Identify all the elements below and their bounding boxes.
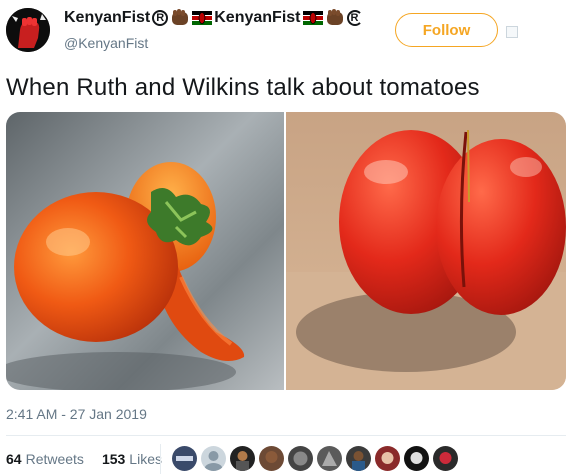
liker-avatar[interactable] [172,446,197,471]
kenya-flag-icon [192,11,213,25]
liker-avatar[interactable] [346,446,371,471]
tweet-text: When Ruth and Wilkins talk about tomatoe… [6,74,480,101]
tomato-backside-image[interactable] [286,112,566,390]
liker-avatar[interactable] [259,446,284,471]
tweet-media[interactable] [6,112,566,390]
raised-fist-icon [170,9,190,27]
likes-count[interactable]: 153 [102,451,125,467]
author-handle[interactable]: @KenyanFist [64,35,148,51]
retweets-label[interactable]: Retweets [26,451,84,467]
dropdown-caret-icon[interactable] [506,26,518,38]
raised-fist-icon [325,9,345,27]
liker-avatar[interactable] [375,446,400,471]
likes-label[interactable]: Likes [129,451,162,467]
liker-avatar[interactable] [317,446,342,471]
liker-avatar[interactable] [404,446,429,471]
registered-icon: R [346,10,363,26]
liker-avatar[interactable] [288,446,313,471]
avatar[interactable] [6,8,50,52]
registered-icon: R [152,10,169,26]
tweet-stats: 64 Retweets 153 Likes [6,451,162,467]
divider [6,435,566,436]
display-name-repeat[interactable]: KenyanFist [214,9,300,27]
author-name-row[interactable]: KenyanFist R KenyanFist R [64,9,363,27]
liker-avatar[interactable] [230,446,255,471]
tomato-with-stem-image[interactable] [6,112,284,390]
stats-divider [160,444,161,474]
kenya-flag-icon [302,11,323,25]
retweets-count[interactable]: 64 [6,451,22,467]
tweet-timestamp[interactable]: 2:41 AM - 27 Jan 2019 [6,406,147,422]
liker-avatar[interactable] [433,446,458,471]
follow-button[interactable]: Follow [395,13,498,47]
display-name[interactable]: KenyanFist [64,9,150,27]
likers-avatars [172,446,458,471]
liker-avatar[interactable] [201,446,226,471]
